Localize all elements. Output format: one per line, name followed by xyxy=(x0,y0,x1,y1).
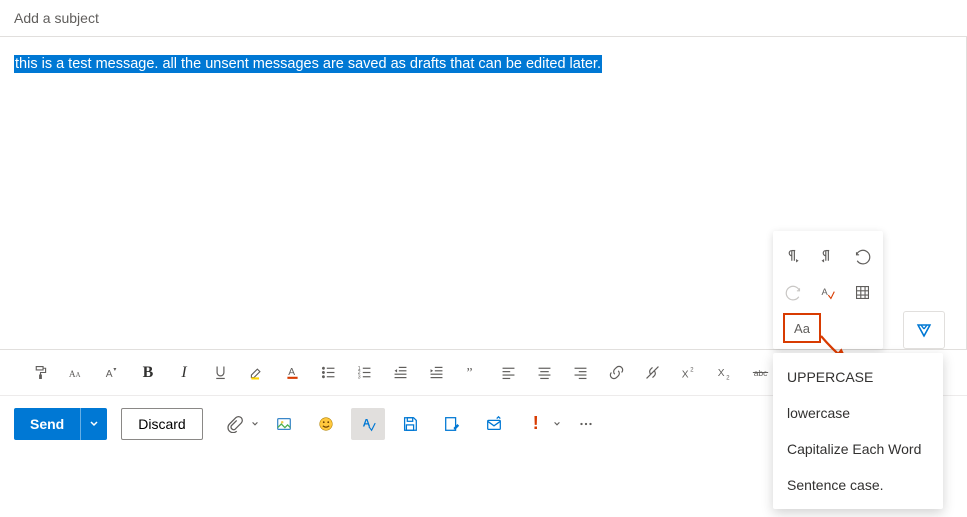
bold-button[interactable]: B xyxy=(130,357,166,389)
more-actions-icon[interactable] xyxy=(569,408,603,440)
case-sentence[interactable]: Sentence case. xyxy=(773,467,943,503)
italic-button[interactable]: I xyxy=(166,357,202,389)
svg-text:2: 2 xyxy=(726,375,729,381)
svg-text:2: 2 xyxy=(690,368,693,374)
insert-picture-icon[interactable] xyxy=(267,408,301,440)
increase-indent-icon[interactable] xyxy=(418,357,454,389)
svg-text:▾: ▾ xyxy=(113,367,116,373)
svg-text:A: A xyxy=(75,372,80,379)
align-right-icon[interactable] xyxy=(562,357,598,389)
case-lowercase[interactable]: lowercase xyxy=(773,395,943,431)
sensitivity-icon[interactable] xyxy=(477,408,511,440)
svg-text:X: X xyxy=(681,370,688,381)
align-center-icon[interactable] xyxy=(526,357,562,389)
underline-button[interactable] xyxy=(202,357,238,389)
quote-icon[interactable]: ” xyxy=(454,357,490,389)
svg-text:3: 3 xyxy=(357,374,360,380)
attach-dropdown-icon[interactable] xyxy=(217,408,251,440)
selected-body-text: this is a test message. all the unsent m… xyxy=(14,55,602,73)
format-painter-icon[interactable] xyxy=(22,357,58,389)
insert-table-icon[interactable] xyxy=(848,277,878,307)
font-size-icon[interactable]: A▾ xyxy=(94,357,130,389)
ltr-icon[interactable] xyxy=(778,241,808,271)
remove-link-icon[interactable] xyxy=(634,357,670,389)
undo-icon[interactable] xyxy=(848,241,878,271)
decrease-indent-icon[interactable] xyxy=(382,357,418,389)
clear-formatting-icon[interactable]: A xyxy=(813,277,843,307)
insert-signature-icon[interactable] xyxy=(435,408,469,440)
emoji-icon[interactable] xyxy=(309,408,343,440)
font-color-icon[interactable]: A xyxy=(274,357,310,389)
change-case-label: Aa xyxy=(794,321,810,336)
save-draft-icon[interactable] xyxy=(393,408,427,440)
subscript-icon[interactable]: X2 xyxy=(706,357,742,389)
send-button[interactable]: Send xyxy=(14,408,80,440)
align-left-icon[interactable] xyxy=(490,357,526,389)
send-dropdown-button[interactable] xyxy=(80,408,107,440)
svg-text:A: A xyxy=(822,287,829,297)
case-capitalize[interactable]: Capitalize Each Word xyxy=(773,431,943,467)
toggle-format-bar-icon[interactable]: A xyxy=(351,408,385,440)
subject-row xyxy=(0,0,967,37)
svg-text:”: ” xyxy=(466,365,472,380)
highlight-icon[interactable] xyxy=(238,357,274,389)
insert-link-icon[interactable] xyxy=(598,357,634,389)
send-split-button: Send xyxy=(14,408,107,440)
superscript-icon[interactable]: X2 xyxy=(670,357,706,389)
change-case-button[interactable]: Aa xyxy=(783,313,821,343)
svg-text:A: A xyxy=(288,367,295,378)
importance-icon[interactable]: ! xyxy=(519,408,553,440)
svg-text:A: A xyxy=(105,369,112,380)
font-family-icon[interactable]: AA xyxy=(58,357,94,389)
format-overflow-popup: A Aa xyxy=(773,231,883,349)
redo-icon[interactable] xyxy=(778,277,808,307)
numbered-list-icon[interactable]: 123 xyxy=(346,357,382,389)
editor-suggestions-button[interactable] xyxy=(903,311,945,349)
case-uppercase[interactable]: UPPERCASE xyxy=(773,359,943,395)
subject-input[interactable] xyxy=(14,10,953,26)
bullet-list-icon[interactable] xyxy=(310,357,346,389)
chevron-down-icon xyxy=(251,420,259,428)
svg-text:A: A xyxy=(68,370,75,380)
chevron-down-icon xyxy=(553,420,561,428)
change-case-menu: UPPERCASE lowercase Capitalize Each Word… xyxy=(773,353,943,509)
discard-button[interactable]: Discard xyxy=(121,408,202,440)
svg-text:X: X xyxy=(717,368,724,379)
rtl-icon[interactable] xyxy=(813,241,843,271)
